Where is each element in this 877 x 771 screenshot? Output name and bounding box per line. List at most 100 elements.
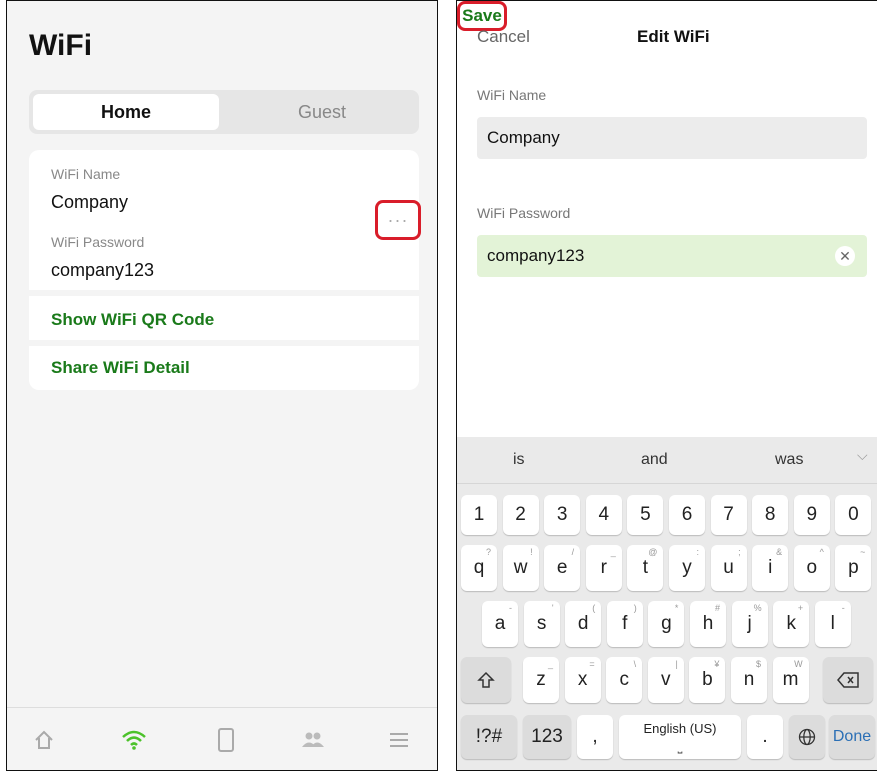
key-label: 1: [473, 504, 485, 525]
suggestion-item[interactable]: and: [641, 451, 668, 469]
chevron-down-icon[interactable]: ⌵: [857, 447, 868, 464]
key-c[interactable]: c \: [606, 657, 643, 703]
clear-icon[interactable]: ✕: [835, 246, 855, 266]
divider: [29, 340, 419, 346]
backspace-key[interactable]: [823, 657, 873, 703]
key-j[interactable]: j%: [731, 601, 768, 647]
key-z[interactable]: z _: [523, 657, 559, 703]
key-label: e: [556, 557, 568, 578]
key-hint: /: [571, 547, 575, 557]
key-a[interactable]: a-: [482, 601, 518, 647]
wifi-name-label: WiFi Name: [51, 166, 121, 182]
wifi-password-value: company123: [487, 246, 585, 265]
tab-home[interactable]: Home: [33, 94, 219, 130]
key-label: 7: [723, 504, 734, 525]
key-hint: |: [675, 659, 678, 669]
key-3[interactable]: 3: [544, 495, 581, 535]
key-label: c: [619, 669, 629, 690]
menu-icon[interactable]: [385, 726, 413, 754]
key-hint: @: [648, 547, 658, 557]
show-qr-code-link[interactable]: Show WiFi QR Code: [51, 310, 214, 330]
wifi-password-label: WiFi Password: [477, 205, 571, 221]
comma-key[interactable]: ,: [577, 715, 613, 759]
tab-guest[interactable]: Guest: [229, 94, 415, 130]
users-icon[interactable]: [299, 726, 327, 754]
suggestion-item[interactable]: is: [513, 451, 525, 469]
wifi-icon[interactable]: [120, 726, 148, 754]
key-l[interactable]: l-: [814, 601, 851, 647]
key-6[interactable]: 6: [669, 495, 705, 535]
key-label: 4: [598, 504, 610, 525]
key-label: d: [577, 613, 589, 634]
key-hint: +: [797, 603, 804, 613]
key-label: i: [768, 557, 773, 578]
done-key[interactable]: Done: [829, 715, 875, 759]
symbols-key[interactable]: !?#: [461, 715, 517, 759]
key-h[interactable]: h #: [690, 601, 726, 647]
key-v[interactable]: v |: [647, 657, 684, 703]
key-q[interactable]: q?: [461, 545, 497, 591]
key-d[interactable]: d(: [565, 601, 602, 647]
key-label: y: [682, 557, 692, 578]
language-key[interactable]: [789, 715, 825, 759]
key-label: h: [702, 613, 714, 634]
key-o[interactable]: o ^: [793, 545, 830, 591]
device-icon[interactable]: [212, 726, 240, 754]
key-y[interactable]: y:: [669, 545, 705, 591]
key-8[interactable]: 8: [752, 495, 789, 535]
period-key[interactable]: .: [747, 715, 783, 759]
key-b[interactable]: b ¥: [689, 657, 726, 703]
share-wifi-detail-link[interactable]: Share WiFi Detail: [51, 358, 190, 378]
suggestion-item[interactable]: was: [775, 451, 803, 469]
numbers-key[interactable]: 123: [523, 715, 571, 759]
key-1[interactable]: 1: [461, 495, 497, 535]
key-p[interactable]: p ~: [835, 545, 872, 591]
key-hint: ?: [485, 547, 491, 557]
key-t[interactable]: t @: [627, 545, 664, 591]
key-label: q: [473, 557, 485, 578]
space-key[interactable]: English (US) ⎵: [619, 715, 741, 759]
globe-icon: [798, 728, 816, 746]
key-f[interactable]: f): [606, 601, 643, 647]
key-g[interactable]: g *: [648, 601, 685, 647]
key-i[interactable]: i &: [752, 545, 789, 591]
key-label: u: [723, 557, 734, 578]
key-label: ,: [592, 726, 598, 747]
home-icon[interactable]: [30, 726, 58, 754]
key-hint: -: [841, 603, 845, 613]
wifi-password-field[interactable]: company123 ✕: [477, 235, 867, 277]
key-label: j: [747, 613, 752, 634]
wifi-name-label: WiFi Name: [477, 87, 547, 103]
more-options-button[interactable]: ···: [375, 200, 421, 240]
key-n[interactable]: n $: [731, 657, 767, 703]
page-title: WiFi: [29, 29, 93, 62]
spacebar-glyph: ⎵: [677, 740, 683, 754]
key-e[interactable]: e /: [544, 545, 581, 591]
key-label: English (US): [643, 721, 717, 736]
key-s[interactable]: s ': [523, 601, 560, 647]
key-2[interactable]: 2: [502, 495, 539, 535]
key-w[interactable]: w!: [502, 545, 539, 591]
key-hint: !: [530, 547, 533, 557]
wifi-name-field[interactable]: Company: [477, 117, 867, 159]
key-r[interactable]: r _: [585, 545, 622, 591]
key-7[interactable]: 7: [710, 495, 747, 535]
keyboard: is and was ⌵ 1 2 3 4 5 6 7 8 9 0 q? w! e / r _ t @ y: u; i & o…: [457, 437, 877, 770]
key-0[interactable]: 0: [835, 495, 872, 535]
shift-key[interactable]: [461, 657, 511, 703]
key-5[interactable]: 5: [627, 495, 664, 535]
key-4[interactable]: 4: [585, 495, 622, 535]
key-label: 2: [515, 504, 526, 525]
cancel-button[interactable]: Cancel: [477, 27, 530, 47]
wifi-password-value: company123: [51, 260, 155, 280]
key-label: 9: [806, 504, 818, 525]
key-x[interactable]: x =: [564, 657, 601, 703]
key-u[interactable]: u;: [710, 545, 747, 591]
key-m[interactable]: mW: [772, 657, 809, 703]
key-k[interactable]: k +: [773, 601, 810, 647]
key-label: t: [642, 557, 649, 578]
key-9[interactable]: 9: [793, 495, 830, 535]
key-label: b: [702, 669, 713, 690]
key-hint: %: [753, 603, 762, 613]
wifi-name-value: Company: [51, 192, 129, 212]
